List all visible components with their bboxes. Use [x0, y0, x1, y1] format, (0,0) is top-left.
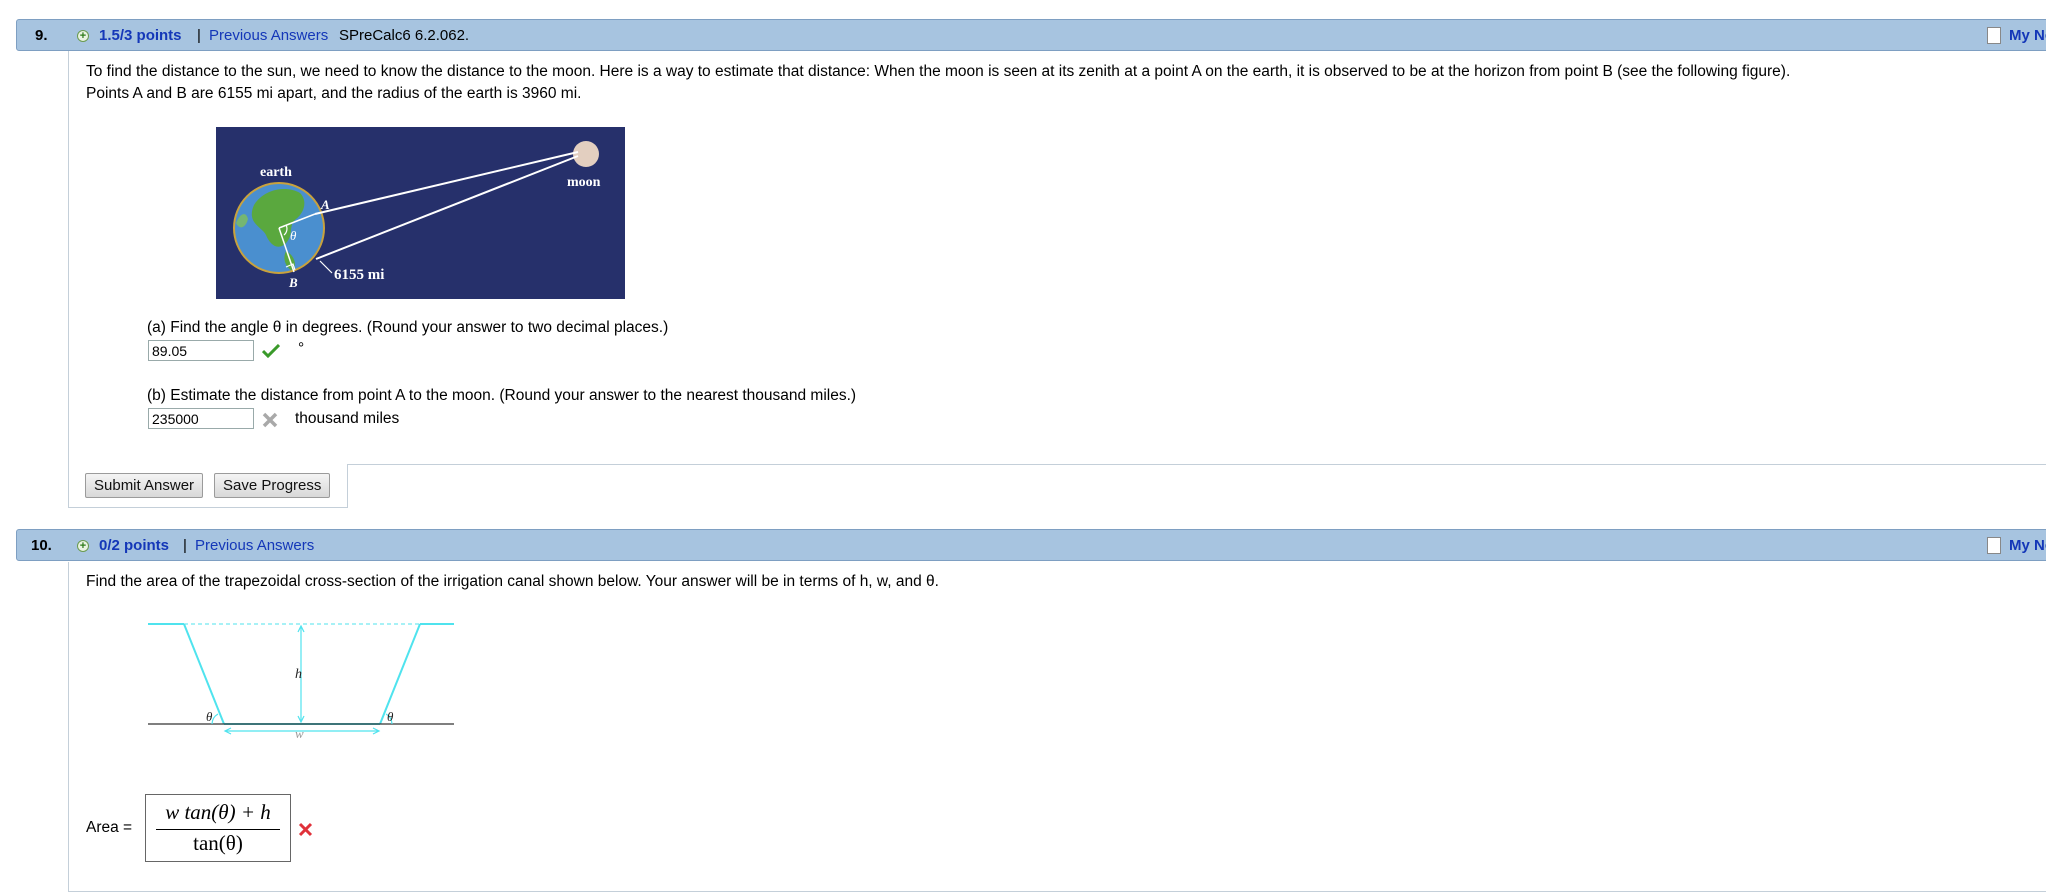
previous-answers-link[interactable]: Previous Answers [195, 537, 314, 554]
points-link[interactable]: 0/2 points [99, 537, 169, 554]
notes-icon[interactable] [1987, 537, 2001, 554]
degree-unit: ° [298, 340, 305, 357]
left-wall [183, 623, 225, 725]
fraction-numerator: w tan(θ) + h [165, 800, 271, 824]
point-b-label: B [288, 275, 298, 290]
left-angle-arc [211, 713, 219, 725]
part-b-answer-input[interactable] [148, 408, 254, 429]
moon-label: moon [567, 175, 601, 190]
my-notes-link[interactable]: My Notes [2009, 537, 2046, 554]
submit-answer-button[interactable]: Submit Answer [85, 473, 204, 498]
angle-theta-label: θ [290, 228, 297, 243]
x-incorrect-icon [262, 412, 278, 428]
fraction-denominator: tan(θ) [193, 831, 243, 855]
problem-text: Find the area of the trapezoidal cross-s… [86, 573, 939, 590]
problem-text-line-1: To find the distance to the sun, we need… [86, 63, 1791, 80]
canal-cross-section-figure: h w θ θ [148, 623, 454, 740]
earth-label: earth [260, 165, 292, 180]
x-incorrect-icon [298, 822, 313, 837]
area-label: Area = [86, 819, 133, 836]
expand-plus-icon[interactable]: + [77, 540, 89, 552]
point-a-label: A [320, 197, 330, 212]
previous-answers-link[interactable]: Previous Answers [209, 27, 328, 44]
problem-id: SPreCalc6 6.2.062. [339, 27, 470, 44]
problem-text-line-2: Points A and B are 6155 mi apart, and th… [86, 85, 582, 102]
check-icon [262, 344, 280, 358]
points-link[interactable]: 1.5/3 points [99, 27, 182, 44]
save-progress-button[interactable]: Save Progress [214, 473, 331, 498]
part-a-prompt: (a) Find the angle θ in degrees. (Round … [147, 319, 669, 336]
notes-icon[interactable] [1987, 27, 2001, 44]
earth-moon-figure: earth moon A B θ 6155 mi [216, 127, 625, 299]
right-wall [379, 623, 421, 725]
separator: | [197, 27, 201, 44]
distance-label: 6155 mi [334, 267, 384, 283]
question-number: 10. [31, 537, 52, 554]
question-10-header: 10. + 0/2 points | Previous Answers My N… [16, 529, 2046, 561]
theta-left-label: θ [206, 709, 213, 724]
expand-plus-icon[interactable]: + [77, 30, 89, 42]
area-answer-input[interactable]: w tan(θ) + h tan(θ) [145, 794, 291, 862]
my-notes-link[interactable]: My Notes [2009, 27, 2046, 44]
part-a-answer-input[interactable] [148, 340, 254, 361]
moon [573, 141, 599, 167]
width-label: w [295, 726, 304, 740]
fraction-bar [156, 829, 280, 830]
height-label: h [295, 667, 302, 682]
separator: | [183, 537, 187, 554]
part-b-prompt: (b) Estimate the distance from point A t… [147, 387, 857, 404]
question-9-header: 9. + 1.5/3 points | Previous Answers SPr… [16, 19, 2046, 51]
distance-unit: thousand miles [295, 410, 400, 427]
theta-right-label: θ [387, 709, 394, 724]
question-number: 9. [35, 27, 48, 44]
